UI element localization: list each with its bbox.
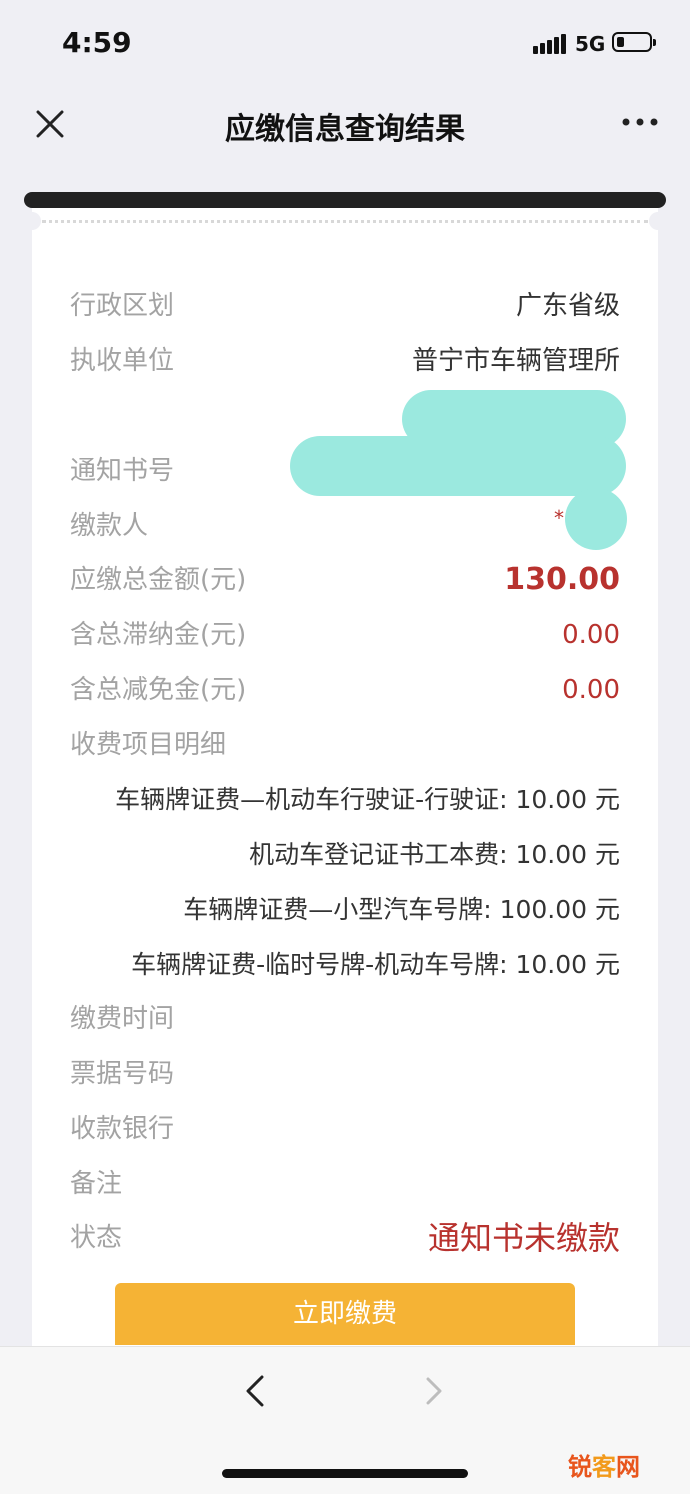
field-label: 备注 — [70, 1169, 123, 1199]
field-label: 行政区划 — [70, 291, 175, 321]
field-bank: 收款银行 — [70, 1109, 620, 1149]
field-label: 含总滞纳金(元) — [70, 620, 247, 650]
field-payer: 缴款人 * — [70, 506, 620, 546]
field-label: 含总减免金(元) — [70, 675, 247, 705]
battery-icon — [612, 32, 656, 52]
field-value: 普宁市车辆管理所 — [411, 346, 620, 376]
watermark-char: 网 — [616, 1453, 640, 1481]
field-receipt-no: 票据号码 — [70, 1054, 620, 1094]
field-label: 收款银行 — [70, 1114, 175, 1144]
field-region: 行政区划 广东省级 — [70, 286, 620, 326]
status-bar: 4:59 5G — [0, 0, 690, 90]
field-label: 票据号码 — [70, 1059, 175, 1089]
payer-mask: * — [554, 506, 564, 530]
field-remark: 备注 — [70, 1164, 620, 1204]
total-amount: 130.00 — [504, 562, 620, 597]
fee-item: 车辆牌证费-临时号牌-机动车号牌: 10.00 元 — [131, 950, 620, 979]
more-icon — [622, 118, 658, 126]
watermark-char: 锐 — [568, 1453, 592, 1481]
receipt-slot — [24, 192, 666, 208]
perforation — [42, 220, 648, 223]
field-label: 收费项目明细 — [70, 730, 227, 760]
field-value: 广东省级 — [515, 291, 620, 321]
field-waiver: 含总减免金(元) 0.00 — [70, 670, 620, 710]
field-label: 应缴总金额(元) — [70, 565, 247, 595]
status-time: 4:59 — [62, 26, 132, 59]
more-button[interactable] — [618, 110, 662, 134]
waiver-amount: 0.00 — [562, 675, 620, 705]
fee-item: 机动车登记证书工本费: 10.00 元 — [249, 840, 620, 869]
page-title: 应缴信息查询结果 — [225, 112, 465, 147]
watermark-char: 客 — [592, 1453, 616, 1481]
field-label: 执收单位 — [70, 346, 175, 376]
field-notice-no: 通知书号 — [70, 451, 620, 491]
fee-item: 车辆牌证费—机动车行驶证-行驶证: 10.00 元 — [115, 785, 620, 814]
field-detail: 收费项目明细 — [70, 725, 620, 765]
forward-button[interactable] — [416, 1371, 456, 1411]
home-indicator[interactable] — [222, 1469, 468, 1478]
field-status: 状态 通知书未缴款 — [70, 1218, 620, 1258]
network-type: 5G — [575, 32, 606, 56]
browser-toolbar: 锐客网 — [0, 1346, 690, 1494]
field-label: 状态 — [70, 1223, 123, 1253]
receipt-notch — [649, 212, 667, 230]
field-label: 通知书号 — [70, 456, 175, 486]
back-icon — [246, 1375, 264, 1407]
field-pay-time: 缴费时间 — [70, 999, 620, 1039]
late-fee-amount: 0.00 — [562, 620, 620, 650]
status-value: 通知书未缴款 — [427, 1219, 620, 1257]
receipt-card: 行政区划 广东省级 执收单位 普宁市车辆管理所 通知书号 缴款人 * 应缴总金额… — [23, 208, 667, 1348]
back-button[interactable] — [238, 1371, 278, 1411]
field-total: 应缴总金额(元) 130.00 — [70, 560, 620, 600]
signal-icon — [533, 34, 567, 54]
field-label: 缴款人 — [70, 511, 149, 541]
forward-icon — [426, 1377, 442, 1405]
nav-bar: 应缴信息查询结果 — [0, 90, 690, 160]
pay-now-button[interactable]: 立即缴费 — [115, 1283, 575, 1345]
fee-item: 车辆牌证费—小型汽车号牌: 100.00 元 — [183, 895, 620, 924]
field-label: 缴费时间 — [70, 1004, 175, 1034]
field-unit: 执收单位 普宁市车辆管理所 — [70, 341, 620, 381]
site-watermark: 锐客网 — [568, 1447, 640, 1482]
receipt-notch — [23, 212, 41, 230]
field-late-fee: 含总滞纳金(元) 0.00 — [70, 615, 620, 655]
